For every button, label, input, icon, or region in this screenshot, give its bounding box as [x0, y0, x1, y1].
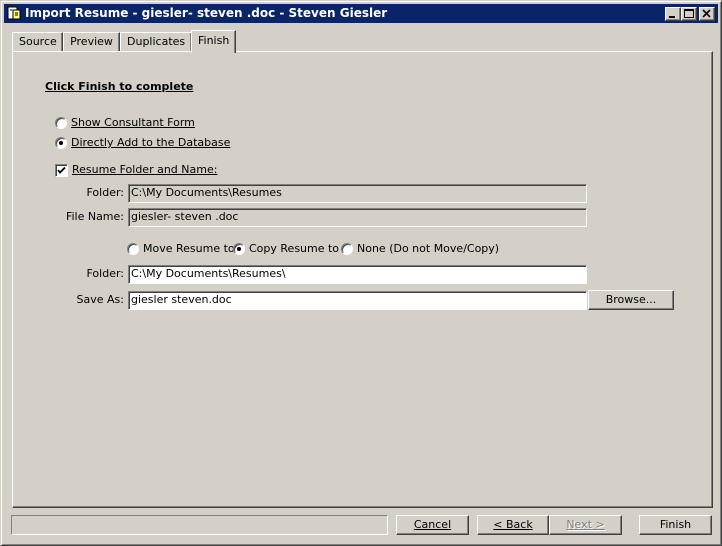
directly-add-radio[interactable]: [55, 137, 67, 149]
show-consultant-form-label[interactable]: Show Consultant Form: [71, 116, 195, 130]
finish-heading: Click Finish to complete: [45, 80, 194, 93]
folder-field[interactable]: C:\My Documents\Resumes: [128, 184, 587, 203]
status-bar: [11, 515, 388, 535]
file-name-field[interactable]: giesler- steven .doc: [128, 208, 587, 227]
copy-resume-label[interactable]: Copy Resume to: [249, 242, 339, 256]
none-label[interactable]: None (Do not Move/Copy): [357, 242, 499, 256]
minimize-icon: [669, 16, 675, 18]
none-radio[interactable]: [341, 243, 353, 255]
save-as-label: Save As:: [76, 293, 124, 306]
next-button[interactable]: Next >: [549, 515, 622, 535]
copy-resume-radio[interactable]: [233, 243, 245, 255]
browse-button[interactable]: Browse...: [588, 290, 674, 310]
folder-label: Folder:: [86, 186, 124, 199]
show-consultant-form-radio[interactable]: [55, 117, 67, 129]
document-icon: [7, 6, 21, 20]
resume-folder-checkbox[interactable]: [55, 164, 68, 177]
back-button[interactable]: < Back: [477, 515, 549, 535]
title-bar[interactable]: Import Resume - giesler- steven .doc - S…: [4, 4, 718, 23]
tab-source[interactable]: Source: [12, 32, 63, 52]
tab-preview[interactable]: Preview: [63, 32, 120, 52]
maximize-button[interactable]: [681, 7, 697, 21]
import-resume-window: Import Resume - giesler- steven .doc - S…: [0, 0, 722, 546]
window-title: Import Resume - giesler- steven .doc - S…: [25, 6, 388, 20]
move-resume-radio[interactable]: [127, 243, 139, 255]
tab-finish[interactable]: Finish: [191, 30, 236, 53]
file-name-label: File Name:: [65, 210, 124, 223]
directly-add-label[interactable]: Directly Add to the Database: [71, 136, 230, 150]
close-icon: [702, 9, 711, 18]
save-as-input[interactable]: giesler steven.doc: [128, 291, 587, 310]
checkmark-icon: [57, 166, 66, 174]
tab-duplicates[interactable]: Duplicates: [120, 32, 192, 52]
finish-button[interactable]: Finish: [639, 515, 712, 535]
move-resume-label[interactable]: Move Resume to: [143, 242, 235, 256]
minimize-button[interactable]: [665, 7, 681, 21]
dest-folder-label: Folder:: [86, 267, 124, 280]
close-button[interactable]: [699, 7, 715, 21]
maximize-icon: [684, 9, 694, 18]
resume-folder-label[interactable]: Resume Folder and Name:: [72, 163, 217, 177]
dest-folder-input[interactable]: C:\My Documents\Resumes\: [128, 265, 587, 284]
cancel-button[interactable]: Cancel: [396, 515, 469, 535]
